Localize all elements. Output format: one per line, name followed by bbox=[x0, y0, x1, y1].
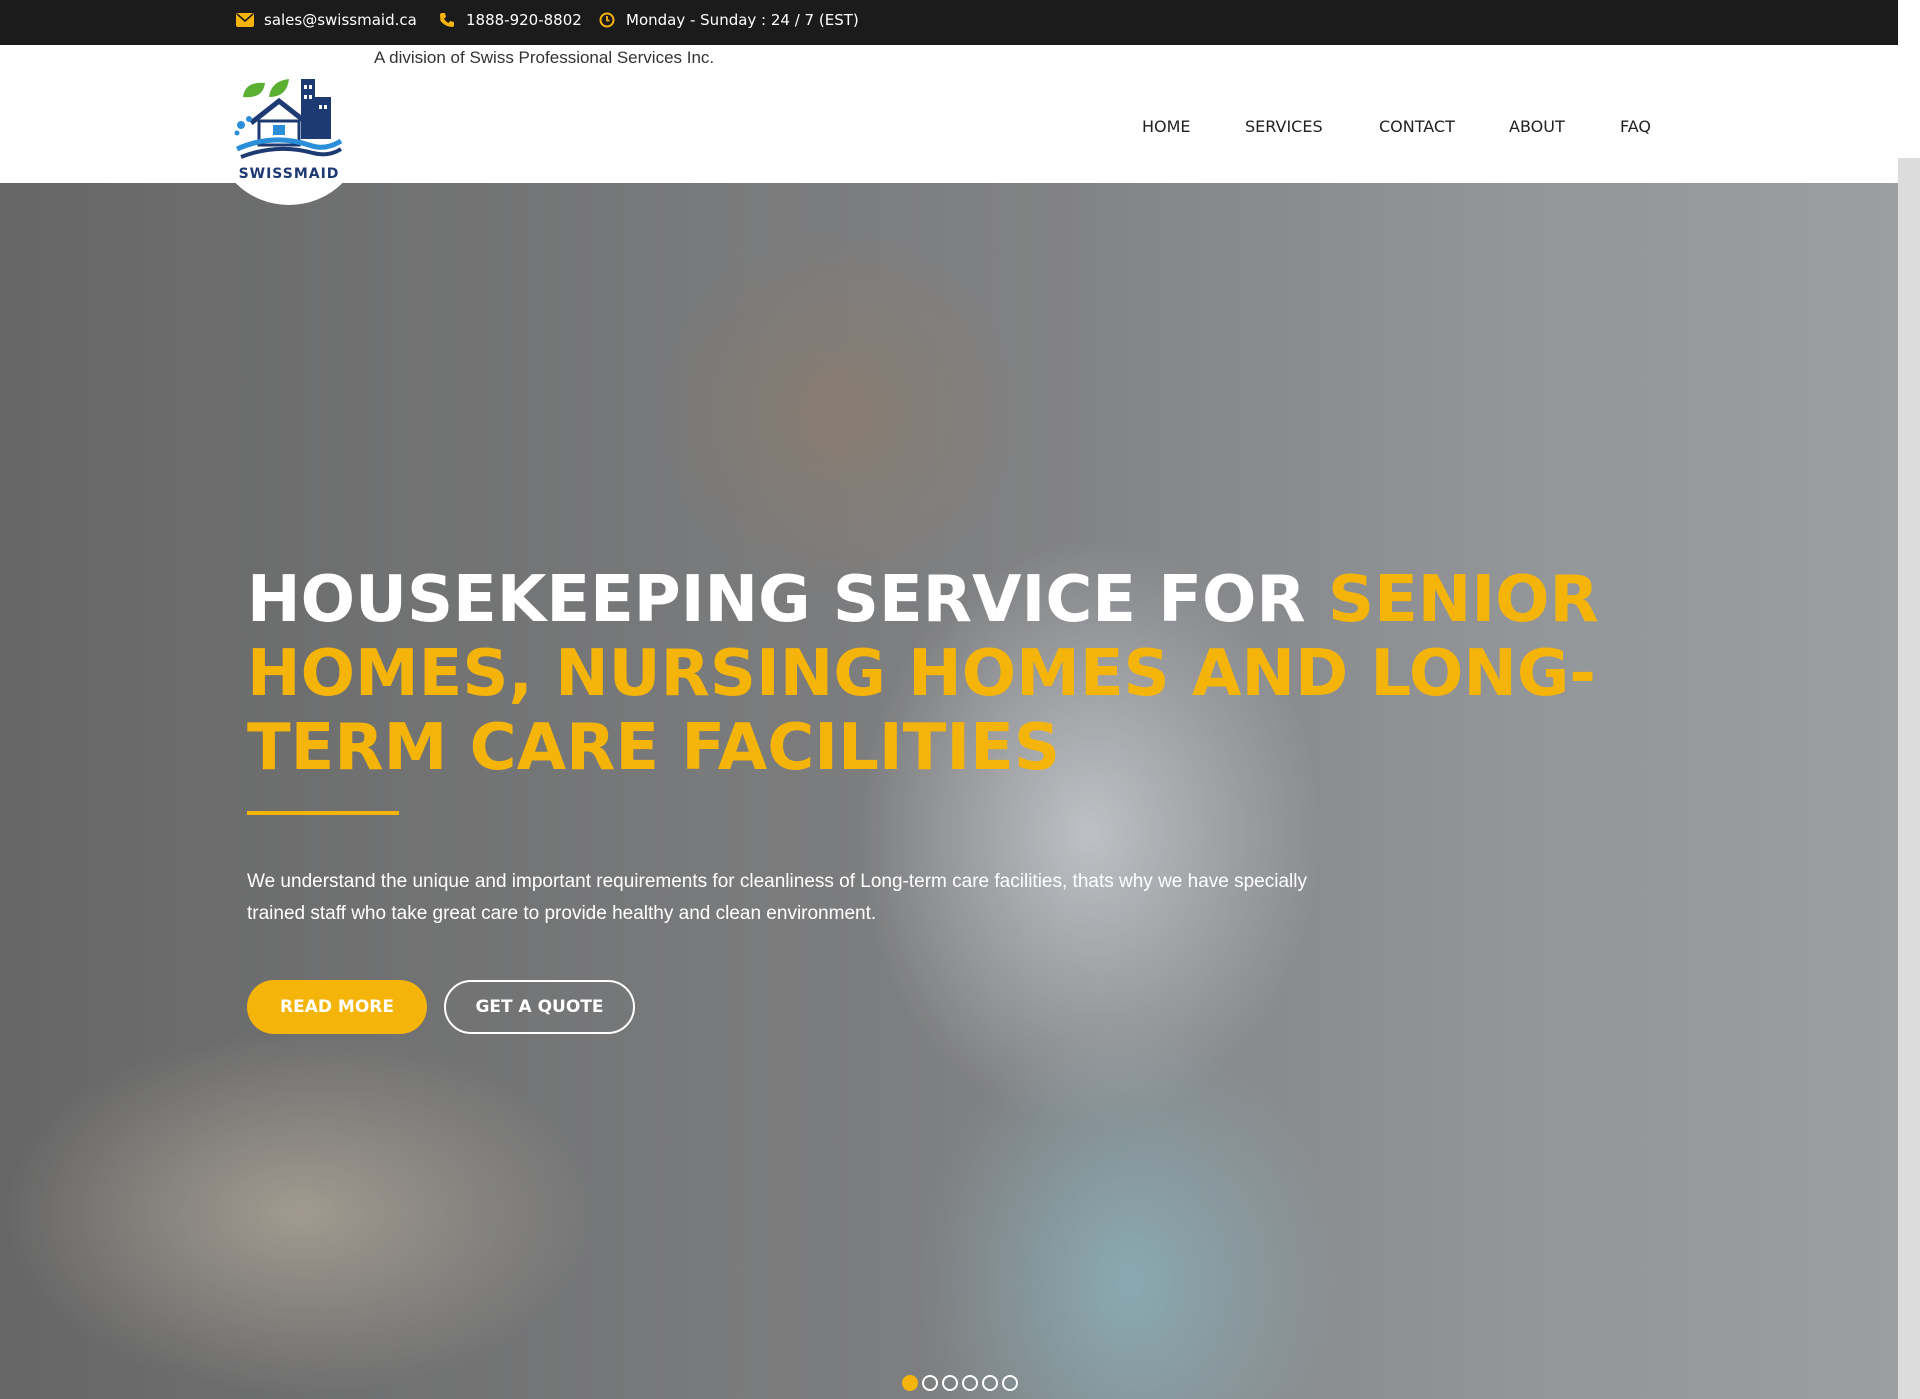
hero-title: HOUSEKEEPING SERVICE FOR SENIOR HOMES, N… bbox=[247, 563, 1647, 785]
phone-text[interactable]: 1888-920-8802 bbox=[466, 11, 582, 29]
nav-faq[interactable]: FAQ bbox=[1620, 117, 1651, 136]
slider-dot-3[interactable] bbox=[942, 1375, 958, 1391]
title-divider bbox=[247, 811, 399, 815]
slider-dot-5[interactable] bbox=[982, 1375, 998, 1391]
hero-slider: HOUSEKEEPING SERVICE FOR SENIOR HOMES, N… bbox=[0, 183, 1898, 1399]
clock-icon bbox=[598, 11, 616, 29]
hours-text: Monday - Sunday : 24 / 7 (EST) bbox=[626, 11, 859, 29]
top-contact-bar: sales@swissmaid.ca 1888-920-8802 Monday … bbox=[0, 0, 1898, 45]
nav-contact[interactable]: CONTACT bbox=[1379, 117, 1455, 136]
division-text: A division of Swiss Professional Service… bbox=[374, 48, 715, 67]
nav-about[interactable]: ABOUT bbox=[1509, 117, 1565, 136]
scroll-gutter bbox=[1898, 0, 1920, 158]
site-logo[interactable]: SWISSMAID bbox=[213, 53, 365, 205]
phone-icon bbox=[438, 11, 456, 29]
hero-description: We understand the unique and important r… bbox=[247, 871, 1307, 924]
read-more-button[interactable]: READ MORE bbox=[247, 980, 427, 1034]
hero-title-white: HOUSEKEEPING SERVICE FOR bbox=[247, 563, 1328, 637]
email-text[interactable]: sales@swissmaid.ca bbox=[264, 11, 417, 29]
hero-background-image bbox=[0, 183, 1898, 1399]
logo-house-icon bbox=[234, 79, 343, 159]
hours-info: Monday - Sunday : 24 / 7 (EST) bbox=[598, 0, 859, 40]
slider-dot-2[interactable] bbox=[922, 1375, 938, 1391]
slider-dot-6[interactable] bbox=[1002, 1375, 1018, 1391]
nav-services[interactable]: SERVICES bbox=[1245, 117, 1323, 136]
phone-contact[interactable]: 1888-920-8802 bbox=[438, 0, 582, 40]
slider-dot-4[interactable] bbox=[962, 1375, 978, 1391]
get-quote-button[interactable]: GET A QUOTE bbox=[444, 980, 635, 1034]
nav-home[interactable]: HOME bbox=[1142, 117, 1191, 136]
site-header: A division of Swiss Professional Service… bbox=[0, 45, 1898, 205]
slider-pagination bbox=[902, 1375, 1018, 1391]
logo-text: SWISSMAID bbox=[238, 166, 340, 182]
envelope-icon bbox=[236, 11, 254, 29]
slider-dot-1[interactable] bbox=[902, 1375, 918, 1391]
scrollbar-track[interactable] bbox=[1898, 158, 1920, 1399]
email-contact[interactable]: sales@swissmaid.ca bbox=[236, 0, 417, 40]
